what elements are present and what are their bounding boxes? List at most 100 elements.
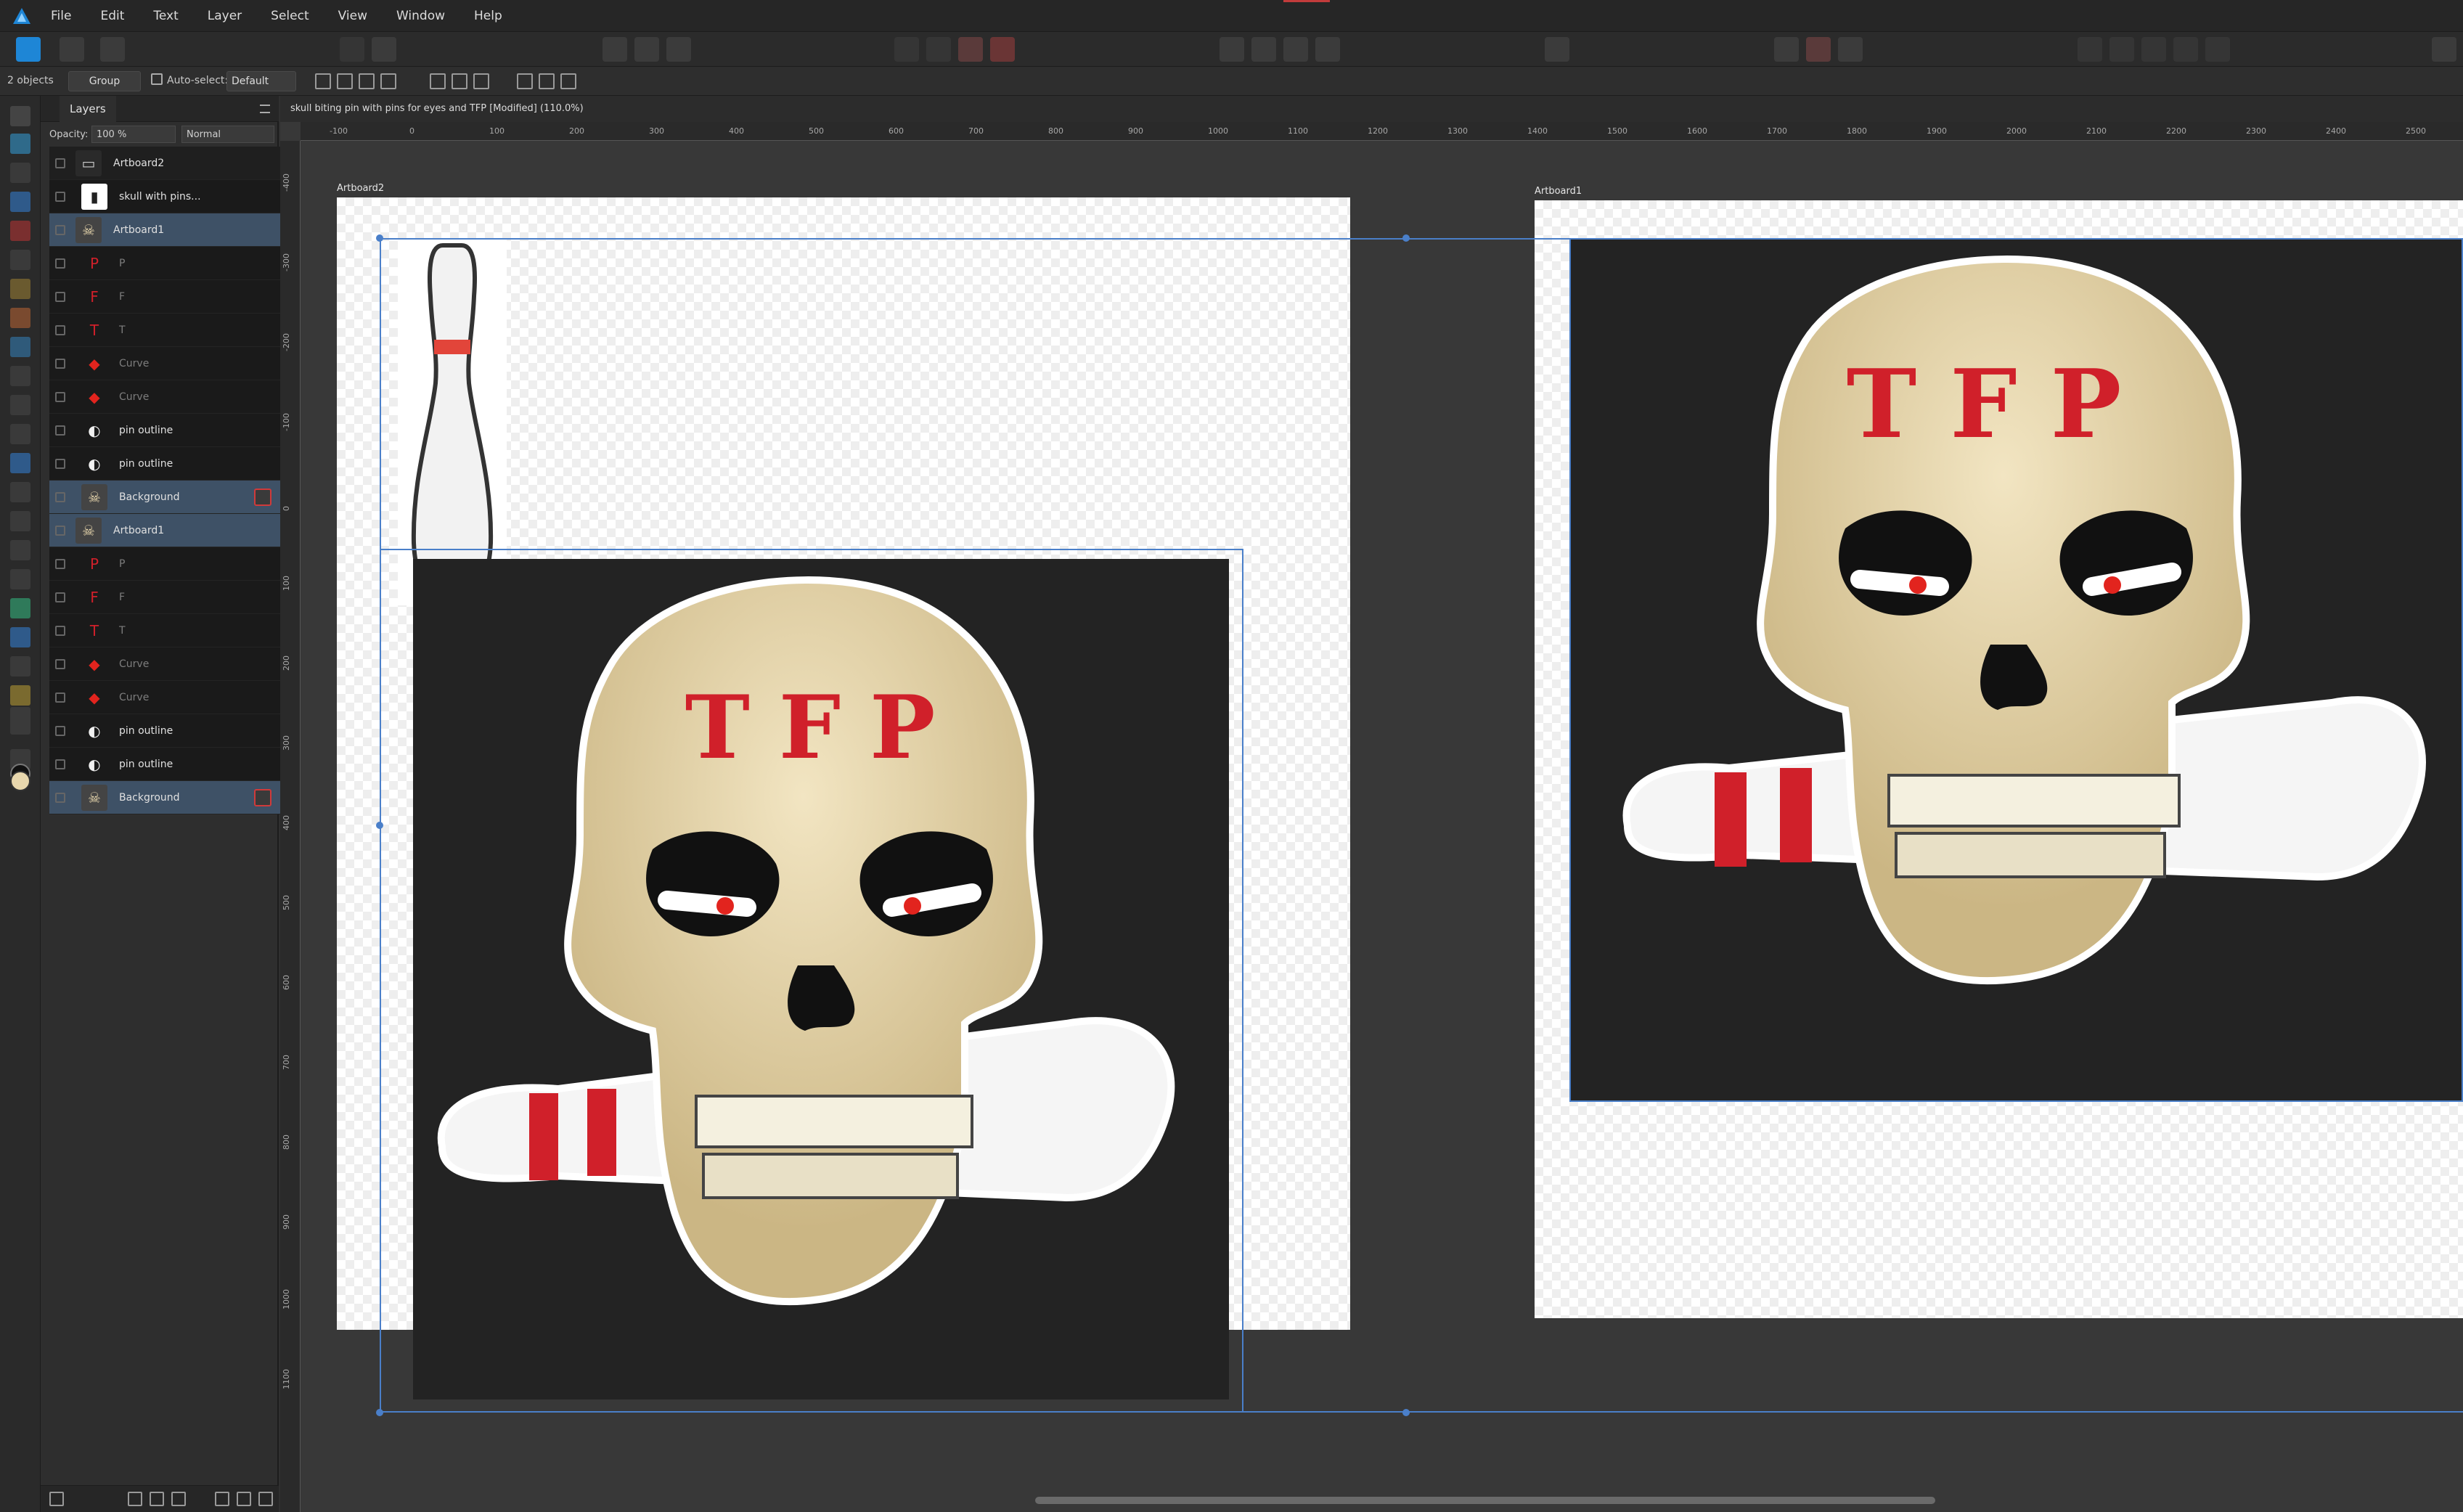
layer-lock-icon[interactable]: [55, 625, 65, 636]
menu-item-text[interactable]: Text: [143, 9, 197, 23]
fill-tool-icon[interactable]: [10, 337, 30, 357]
arrange-back-icon[interactable]: [2173, 37, 2198, 62]
pixel-persona-icon[interactable]: [60, 37, 84, 62]
designer-persona-icon[interactable]: [16, 37, 41, 62]
artboard-tool-icon[interactable]: [10, 134, 30, 154]
vertical-ruler[interactable]: -400 -300 -200 -100 0 100 200 300 400 500 600 700 80…: [280, 141, 301, 1512]
layer-name[interactable]: pin outline: [119, 425, 285, 436]
snap-grid-icon[interactable]: [666, 37, 691, 62]
square-shape-icon[interactable]: [10, 511, 30, 531]
layer-lock-icon[interactable]: [55, 158, 65, 168]
gear-icon[interactable]: [372, 37, 396, 62]
place-image-icon[interactable]: [10, 395, 30, 415]
layer-lock-icon[interactable]: [55, 191, 65, 202]
insert-target-icon[interactable]: [2205, 37, 2230, 62]
tab-layers[interactable]: Layers: [60, 96, 116, 122]
assistant-icon[interactable]: [340, 37, 364, 62]
vector-crop-icon[interactable]: [10, 424, 30, 444]
align-bottom-icon[interactable]: [560, 73, 576, 89]
layer-row[interactable]: ☠ Background: [49, 781, 302, 814]
magnet-icon[interactable]: [1806, 37, 1831, 62]
layer-name[interactable]: P: [119, 558, 285, 570]
hand-tool-icon[interactable]: [10, 707, 30, 727]
layer-row[interactable]: ☠ Background: [49, 481, 302, 514]
autoselect-checkbox[interactable]: [151, 73, 163, 85]
selection-handle[interactable]: [1402, 234, 1410, 242]
layer-name[interactable]: Curve: [119, 692, 285, 703]
layer-lock-icon[interactable]: [55, 558, 65, 569]
rotate-right-icon[interactable]: [1315, 37, 1340, 62]
layer-lock-icon[interactable]: [55, 258, 65, 269]
layer-lock-icon[interactable]: [55, 592, 65, 602]
account-icon[interactable]: [2432, 37, 2456, 62]
horizontal-ruler[interactable]: -100 0 100 200 300 400 500 600 700 800 900 1000 1100…: [301, 122, 2463, 141]
layer-row[interactable]: ◐ pin outline: [49, 748, 302, 781]
autoselect-dropdown[interactable]: Default: [226, 71, 296, 91]
selection-handle[interactable]: [1402, 1409, 1410, 1416]
layer-lock-icon[interactable]: [55, 525, 65, 536]
align-right-icon[interactable]: [473, 73, 489, 89]
corner-tool-icon[interactable]: [10, 221, 30, 241]
layer-name[interactable]: P: [119, 258, 285, 269]
layer-row[interactable]: ▮ skull with pins...: [49, 180, 302, 213]
layer-lock-icon[interactable]: [55, 759, 65, 769]
transform-origin-icon[interactable]: [315, 73, 331, 89]
menu-item-edit[interactable]: Edit: [90, 9, 143, 23]
artboard-label-left[interactable]: Artboard2: [337, 183, 384, 194]
selection-handle[interactable]: [376, 234, 383, 242]
group-button[interactable]: Group: [68, 71, 141, 91]
layer-lock-icon[interactable]: [55, 425, 65, 436]
arrange-front-icon[interactable]: [2078, 37, 2102, 62]
rotate-left-icon[interactable]: [1283, 37, 1308, 62]
layer-lock-icon[interactable]: [55, 224, 65, 235]
grid-icon[interactable]: [359, 73, 375, 89]
align-top-icon[interactable]: [517, 73, 533, 89]
affinity-designer-logo-icon[interactable]: [12, 6, 32, 26]
menu-item-file[interactable]: File: [41, 9, 90, 23]
layer-lock-icon[interactable]: [55, 391, 65, 402]
layer-name[interactable]: pin outline: [119, 759, 285, 770]
eyedropper-tool-icon[interactable]: [10, 656, 30, 677]
selection-bounds-inner[interactable]: [380, 549, 1243, 1413]
menu-item-view[interactable]: View: [328, 9, 386, 23]
layer-name[interactable]: pin outline: [119, 458, 285, 470]
point-transform-icon[interactable]: [10, 192, 30, 212]
align-center-icon[interactable]: [452, 73, 467, 89]
layer-lock-icon[interactable]: [55, 458, 65, 469]
snap-dropdown-icon[interactable]: [1838, 37, 1863, 62]
layer-lock-icon[interactable]: [55, 291, 65, 302]
layer-row[interactable]: ☠ Artboard1: [49, 514, 302, 547]
transparency-tool-icon[interactable]: [10, 366, 30, 386]
layer-name[interactable]: Curve: [119, 658, 285, 670]
node-tool-icon[interactable]: [10, 163, 30, 183]
trash-icon[interactable]: [258, 1492, 273, 1506]
rectangle-tool-icon[interactable]: [10, 453, 30, 473]
horizontal-scrollbar[interactable]: [1035, 1497, 1935, 1504]
layer-lock-icon[interactable]: [55, 692, 65, 703]
snap-icon[interactable]: [603, 37, 627, 62]
layer-effects-icon[interactable]: [254, 488, 271, 506]
layer-row[interactable]: FF: [49, 280, 302, 314]
artboard-label-right[interactable]: Artboard1: [1535, 186, 1582, 197]
add-layer-icon[interactable]: [215, 1492, 229, 1506]
layer-lock-icon[interactable]: [55, 792, 65, 803]
layer-row[interactable]: ◆ Curve: [49, 647, 302, 681]
layer-row[interactable]: TT: [49, 314, 302, 347]
layer-name[interactable]: Background: [119, 491, 254, 503]
layer-name[interactable]: F: [119, 592, 285, 603]
layer-name[interactable]: skull with pins...: [119, 191, 285, 203]
measure-tool-icon[interactable]: [10, 685, 30, 706]
crop-tool-icon[interactable]: [10, 482, 30, 502]
panel-menu-icon[interactable]: [260, 105, 270, 113]
vector-brush-icon[interactable]: [10, 308, 30, 328]
layer-name[interactable]: Background: [119, 792, 254, 804]
layer-name[interactable]: F: [119, 291, 285, 303]
flip-horizontal-icon[interactable]: [1220, 37, 1244, 62]
layer-row[interactable]: ◆ Curve: [49, 380, 302, 414]
layer-row[interactable]: ◆ Curve: [49, 347, 302, 380]
menu-item-layer[interactable]: Layer: [197, 9, 261, 23]
ellipse-tool-icon[interactable]: [10, 540, 30, 560]
snapping-icon[interactable]: [1774, 37, 1799, 62]
text-tool-icon[interactable]: [10, 627, 30, 647]
layer-name[interactable]: T: [119, 324, 285, 336]
